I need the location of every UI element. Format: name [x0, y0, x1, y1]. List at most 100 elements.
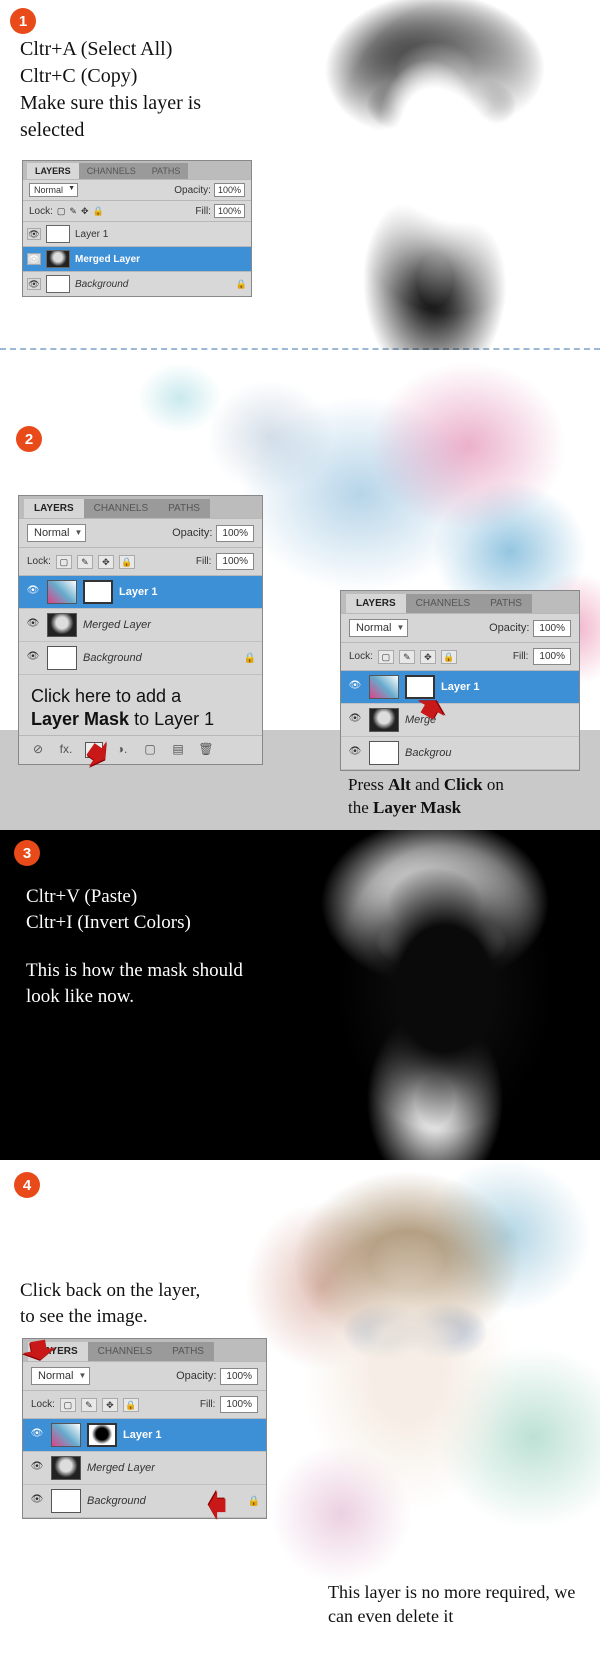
visibility-icon[interactable]: 👁 [27, 278, 41, 290]
lock-brush-icon[interactable]: ✎ [69, 206, 77, 217]
step4-line1: Click back on the layer, [20, 1278, 200, 1304]
fill-label: Fill: [200, 1399, 216, 1410]
portrait-bw [270, 0, 600, 350]
visibility-icon[interactable]: 👁 [27, 253, 41, 265]
lock-move-icon[interactable]: ✥ [420, 650, 436, 664]
blend-mode-select[interactable]: Normal [27, 524, 86, 542]
lock-pixels-icon[interactable]: ▢ [60, 1398, 76, 1412]
layer-name: Merged Layer [75, 254, 140, 265]
lock-label: Lock: [27, 556, 51, 567]
lock-brush-icon[interactable]: ✎ [77, 555, 93, 569]
opacity-value[interactable]: 100% [216, 525, 254, 542]
layer-thumb [47, 580, 77, 604]
step-3: 3 Cltr+V (Paste) Cltr+I (Invert Colors) … [0, 830, 600, 1160]
lock-all-icon[interactable]: 🔒 [93, 206, 104, 217]
lock-brush-icon[interactable]: ✎ [81, 1398, 97, 1412]
tab-channels[interactable]: CHANNELS [84, 499, 158, 518]
layer-thumb [51, 1456, 81, 1480]
fill-value[interactable]: 100% [533, 648, 571, 665]
arrow-icon: ➧ [198, 1480, 237, 1534]
lock-move-icon[interactable]: ✥ [98, 555, 114, 569]
lock-brush-icon[interactable]: ✎ [399, 650, 415, 664]
new-group-icon[interactable]: ▢ [141, 742, 159, 758]
opacity-label: Opacity: [172, 527, 212, 539]
blend-mode-select[interactable]: Normal [349, 619, 408, 637]
lock-all-icon[interactable]: 🔒 [441, 650, 457, 664]
layer-row-background[interactable]: 👁 Background 🔒 [23, 271, 251, 296]
visibility-icon[interactable]: 👁 [29, 1494, 45, 1508]
visibility-icon[interactable]: 👁 [347, 713, 363, 727]
layer-thumb [369, 675, 399, 699]
layer-row-background[interactable]: 👁 Backgrou [341, 737, 579, 770]
tab-paths[interactable]: PATHS [158, 499, 210, 518]
layer-name: Layer 1 [441, 681, 480, 693]
opacity-value[interactable]: 100% [220, 1368, 258, 1385]
fill-value[interactable]: 100% [214, 204, 245, 218]
panel-spacer: Click here to add a Layer Mask to Layer … [19, 675, 262, 735]
tab-paths[interactable]: PATHS [480, 594, 532, 613]
layer-thumb [46, 225, 70, 243]
visibility-icon[interactable]: 👁 [27, 228, 41, 240]
layer-row-layer1[interactable]: 👁 Layer 1 [23, 221, 251, 246]
layer-row-layer1[interactable]: 👁 Layer 1 [19, 576, 262, 609]
layer-name: Layer 1 [123, 1429, 162, 1441]
lock-label: Lock: [349, 651, 373, 662]
layer-row-merged[interactable]: 👁 Merged Layer [23, 246, 251, 271]
opacity-value[interactable]: 100% [533, 620, 571, 637]
tab-channels[interactable]: CHANNELS [79, 163, 144, 179]
lock-icon: 🔒 [236, 279, 247, 290]
step4-line2: to see the image. [20, 1304, 200, 1330]
layer-name: Backgrou [405, 747, 451, 759]
fill-value[interactable]: 100% [216, 553, 254, 570]
lock-move-icon[interactable]: ✥ [81, 206, 89, 217]
lock-pixels-icon[interactable]: ▢ [57, 206, 66, 217]
opacity-label: Opacity: [174, 185, 211, 196]
lock-all-icon[interactable]: 🔒 [119, 555, 135, 569]
layer-name: Background [87, 1495, 146, 1507]
visibility-icon[interactable]: 👁 [25, 618, 41, 632]
lock-label: Lock: [29, 206, 53, 217]
layer-name: Background [75, 279, 128, 290]
lock-all-icon[interactable]: 🔒 [123, 1398, 139, 1412]
portrait-inverted [270, 830, 600, 1160]
layer-row-merged[interactable]: 👁 Merged Layer [19, 609, 262, 642]
layer-thumb[interactable] [51, 1423, 81, 1447]
fill-value[interactable]: 100% [220, 1396, 258, 1413]
layer-row-layer1[interactable]: 👁 Layer 1 [341, 671, 579, 704]
lock-row: Lock: ▢ ✎ ✥ 🔒 Fill: 100% [23, 200, 251, 221]
tab-channels[interactable]: CHANNELS [88, 1342, 162, 1361]
visibility-icon[interactable]: 👁 [29, 1461, 45, 1475]
visibility-icon[interactable]: 👁 [29, 1428, 45, 1442]
step1-line2: Cltr+C (Copy) [20, 63, 201, 90]
tab-layers[interactable]: LAYERS [24, 499, 84, 518]
tab-paths[interactable]: PATHS [162, 1342, 214, 1361]
layer-mask-thumb[interactable] [87, 1423, 117, 1447]
step4-caption2: This layer is no more required, we can e… [328, 1580, 578, 1629]
caption-a-line2: Layer Mask to Layer 1 [31, 708, 250, 731]
trash-icon[interactable]: 🗑 [197, 742, 215, 758]
visibility-icon[interactable]: 👁 [25, 585, 41, 599]
tab-channels[interactable]: CHANNELS [406, 594, 480, 613]
visibility-icon[interactable]: 👁 [347, 680, 363, 694]
new-layer-icon[interactable]: ▤ [169, 742, 187, 758]
layers-panel-small: LAYERS CHANNELS PATHS Normal▼ Opacity: 1… [22, 160, 252, 297]
opacity-value[interactable]: 100% [214, 183, 245, 197]
step1-line4: selected [20, 117, 201, 144]
lock-pixels-icon[interactable]: ▢ [378, 650, 394, 664]
layer-row-background[interactable]: 👁 Background 🔒 [19, 642, 262, 675]
blend-mode-select[interactable]: Normal▼ [29, 183, 78, 197]
caption-b: Press Alt and Click on the Layer Mask [348, 774, 504, 820]
opacity-label: Opacity: [176, 1370, 216, 1382]
visibility-icon[interactable]: 👁 [347, 746, 363, 760]
tab-paths[interactable]: PATHS [144, 163, 189, 179]
layer-row-layer1[interactable]: 👁 Layer 1 [23, 1419, 266, 1452]
link-layers-icon[interactable]: ⊘ [29, 742, 47, 758]
tab-layers[interactable]: LAYERS [346, 594, 406, 613]
layer-thumb [51, 1489, 81, 1513]
layer-mask-thumb[interactable] [83, 580, 113, 604]
lock-move-icon[interactable]: ✥ [102, 1398, 118, 1412]
visibility-icon[interactable]: 👁 [25, 651, 41, 665]
panel-tabs: LAYERS CHANNELS PATHS [23, 161, 251, 179]
tab-layers[interactable]: LAYERS [27, 163, 79, 179]
lock-pixels-icon[interactable]: ▢ [56, 555, 72, 569]
